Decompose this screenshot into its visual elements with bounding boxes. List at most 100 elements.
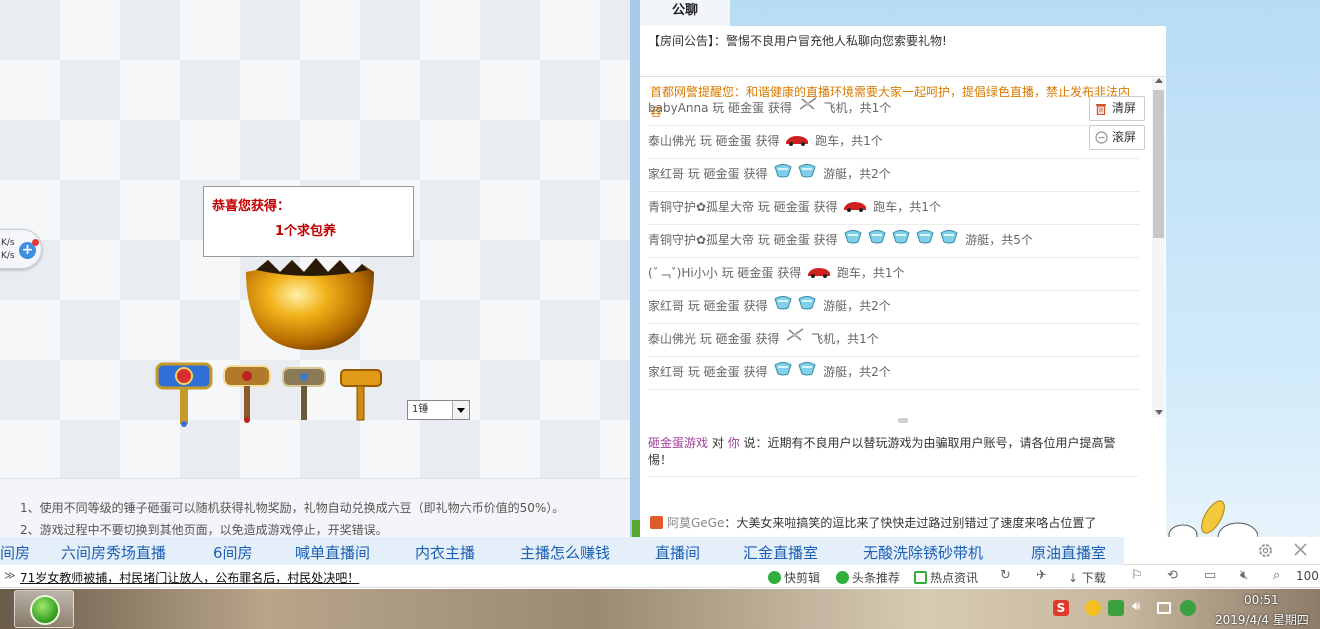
status-item-label: 下载: [1081, 571, 1106, 585]
chevron-down-icon[interactable]: [452, 401, 469, 419]
flag-icon[interactable]: ⚐: [1131, 568, 1143, 583]
hot-link[interactable]: 直播间: [655, 542, 700, 563]
browser-status-bar: ≫ 71岁女教师被捕，村民堵门让放人，公布罪名后，村民处决吧！ 快剪辑 头条推荐…: [0, 566, 1320, 588]
hot-link[interactable]: 六间房秀场直播: [61, 542, 166, 563]
log-user[interactable]: 家红哥: [648, 365, 684, 379]
log-action: 玩 砸金蛋 获得: [721, 266, 802, 280]
clear-screen-button[interactable]: 清屏: [1089, 96, 1145, 121]
close-icon[interactable]: [1293, 542, 1308, 557]
chat-scrollbar[interactable]: [1152, 78, 1165, 417]
reload-icon[interactable]: ⟲: [1167, 568, 1178, 583]
expand-icon[interactable]: ≫: [4, 569, 16, 582]
hot-link[interactable]: 汇金直播室: [743, 542, 818, 563]
auto-scroll-label: 滚屏: [1112, 130, 1137, 144]
hot-link[interactable]: 间房: [0, 542, 30, 563]
guest-message: 阿莫GeGe：大美女来啦搞笑的逗比来了快快走过路过别错过了速度来咯占位置了: [650, 514, 1096, 531]
hot-link[interactable]: 内衣主播: [415, 542, 475, 563]
hot-link[interactable]: 6间房: [213, 542, 253, 563]
yacht-gift-icon: [773, 292, 793, 322]
auto-scroll-button[interactable]: 滚屏: [1089, 125, 1145, 150]
status-item-label: 快剪辑: [784, 571, 821, 585]
tray-app-icon[interactable]: [1085, 600, 1101, 616]
diamond-hammer-icon[interactable]: [155, 358, 213, 428]
log-gift-name: 跑车: [815, 134, 840, 148]
guest-name[interactable]: 阿莫GeGe: [667, 516, 724, 530]
status-item-download[interactable]: ↓ 下载: [1068, 569, 1106, 586]
status-item-toutiao[interactable]: 头条推荐: [836, 569, 900, 586]
scroll-down-icon[interactable]: [1155, 410, 1163, 415]
log-total: ，共1个: [839, 134, 883, 148]
scroll-up-icon[interactable]: [1155, 78, 1163, 83]
hot-link[interactable]: 主播怎么赚钱: [520, 542, 610, 563]
system-sender[interactable]: 砸金蛋游戏: [648, 436, 708, 450]
green-strip: [632, 520, 640, 537]
log-total: ，共1个: [897, 200, 941, 214]
gift-log-row: 家红哥 玩 砸金蛋 获得 游艇，共2个: [648, 159, 1140, 192]
gear-icon[interactable]: [1257, 542, 1274, 559]
zoom-level[interactable]: 100: [1296, 569, 1319, 583]
log-user[interactable]: babyAnna: [648, 101, 708, 115]
wooden-hammer-icon[interactable]: [339, 366, 383, 424]
scroll-thumb[interactable]: [1153, 90, 1164, 238]
prize-popup: 恭喜您获得： 1个求包养: [203, 186, 414, 257]
log-user[interactable]: 青铜守护✿孤星大帝: [648, 200, 754, 214]
news-headline[interactable]: 71岁女教师被捕，村民堵门让放人，公布罪名后，村民处决吧！: [20, 569, 359, 586]
status-item-hotnews[interactable]: 热点资讯: [914, 569, 978, 586]
update-icon[interactable]: [1180, 600, 1196, 616]
start-orb-icon: [30, 595, 60, 625]
guest-badge-icon: [650, 516, 663, 529]
hammer-count-select[interactable]: 1锤: [407, 400, 470, 420]
gift-log-row: babyAnna 玩 砸金蛋 获得 飞机，共1个: [648, 93, 1140, 126]
log-user[interactable]: 家红哥: [648, 299, 684, 313]
hot-links-bar: 间房 六间房秀场直播 6间房 喊单直播间 内衣主播 主播怎么赚钱 直播间 汇金直…: [0, 537, 1320, 565]
hot-link[interactable]: 无酸洗除锈砂带机: [863, 542, 983, 563]
log-total: ，共1个: [860, 266, 905, 280]
refresh-icon[interactable]: ↻: [1000, 568, 1011, 583]
yacht-gift-icon: [843, 226, 863, 256]
gift-log-row: 泰山佛光 玩 砸金蛋 获得 跑车，共1个: [648, 126, 1140, 159]
mute-icon[interactable]: 🔇︎: [1240, 568, 1248, 583]
yacht-gift-icon: [797, 292, 817, 322]
plane-gift-icon: [785, 325, 805, 355]
log-gift-name: 游艇: [823, 365, 848, 379]
log-action: 玩 砸金蛋 获得: [757, 233, 838, 247]
silver-hammer-icon[interactable]: [281, 364, 327, 424]
minus-circle-icon: [1095, 131, 1108, 144]
play-icon: [836, 571, 849, 584]
yacht-gift-icon: [773, 358, 793, 388]
sogou-icon[interactable]: S: [1053, 600, 1069, 616]
log-user[interactable]: 家红哥: [648, 167, 684, 181]
network-icon[interactable]: [1157, 602, 1171, 614]
game-area: K/s K/s + 恭喜您获得： 1个求包养 1锤 1、使用不同等级的锤子砸蛋可…: [0, 0, 632, 537]
system-target: 你: [727, 436, 740, 450]
log-user[interactable]: (ˇ﹁ˇ)Hi小小: [648, 266, 718, 280]
car-gift-icon: [843, 193, 867, 223]
clock-date[interactable]: 2019/4/4 星期四: [1215, 611, 1309, 628]
hot-link[interactable]: 喊单直播间: [295, 542, 370, 563]
clock-time[interactable]: 00:51: [1244, 593, 1279, 607]
network-speed-widget[interactable]: K/s K/s +: [0, 229, 42, 269]
yacht-gift-icon: [891, 226, 911, 256]
shield-icon[interactable]: [1108, 600, 1124, 616]
hot-link[interactable]: 原油直播室: [1031, 542, 1106, 563]
log-total: ，共2个: [847, 167, 891, 181]
gold-hammer-icon[interactable]: [222, 362, 272, 426]
status-item-kuaijianji[interactable]: 快剪辑: [768, 569, 820, 586]
window-icon[interactable]: ▭: [1204, 568, 1216, 583]
yacht-gift-icon: [797, 358, 817, 388]
log-user[interactable]: 青铜守护✿孤星大帝: [648, 233, 754, 247]
log-total: ，共2个: [847, 299, 891, 313]
pin-icon[interactable]: ✈: [1036, 568, 1047, 583]
yacht-gift-icon: [797, 160, 817, 190]
log-user[interactable]: 泰山佛光: [648, 134, 696, 148]
plane-gift-icon: [798, 94, 818, 124]
speed-add-button[interactable]: +: [19, 239, 39, 259]
tab-public-chat[interactable]: 公聊: [640, 0, 730, 26]
log-user[interactable]: 泰山佛光: [648, 332, 696, 346]
zoom-icon[interactable]: ⌕: [1273, 568, 1280, 583]
volume-icon[interactable]: 🔊︎: [1132, 599, 1148, 615]
start-button[interactable]: [14, 590, 74, 628]
golden-egg-icon[interactable]: [244, 252, 376, 352]
resize-handle[interactable]: [898, 418, 908, 423]
guest-text: ：大美女来啦搞笑的逗比来了快快走过路过别错过了速度来咯占位置了: [724, 516, 1097, 530]
